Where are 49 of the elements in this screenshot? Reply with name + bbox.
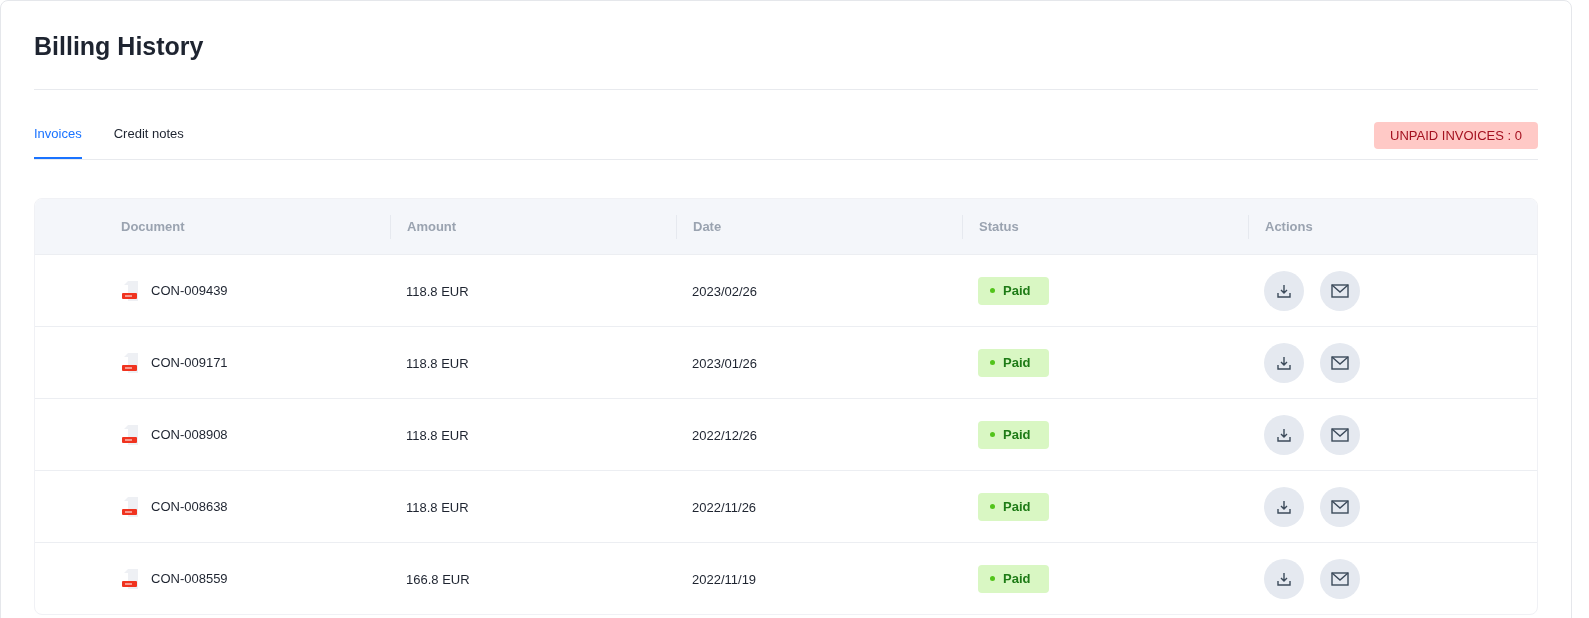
envelope-icon bbox=[1331, 283, 1349, 298]
download-icon bbox=[1276, 354, 1292, 371]
table-cell: 2023/02/26 bbox=[692, 283, 758, 299]
download-button[interactable] bbox=[1264, 486, 1304, 527]
download-button[interactable] bbox=[1264, 558, 1304, 599]
document-link[interactable]: CON-008559 bbox=[151, 568, 228, 589]
envelope-icon bbox=[1331, 355, 1349, 370]
status-badge: Paid bbox=[978, 493, 1049, 521]
table-cell: 118.8 EUR bbox=[406, 499, 469, 515]
email-button[interactable] bbox=[1320, 270, 1360, 311]
download-icon bbox=[1276, 282, 1292, 299]
tab[interactable]: Credit notes bbox=[113, 123, 184, 159]
download-button[interactable] bbox=[1264, 342, 1304, 383]
column-header: Actions bbox=[1265, 217, 1313, 236]
status-badge: Paid bbox=[978, 277, 1049, 305]
download-button[interactable] bbox=[1264, 414, 1304, 455]
table-cell: 118.8 EUR bbox=[406, 355, 469, 371]
envelope-icon bbox=[1331, 571, 1349, 586]
table-cell: 2023/01/26 bbox=[692, 355, 758, 371]
document-link[interactable]: CON-008908 bbox=[151, 424, 228, 445]
table-cell: 118.8 EUR bbox=[406, 427, 469, 443]
page-title: Billing History bbox=[34, 31, 204, 63]
column-header: Status bbox=[979, 217, 1019, 236]
column-header: Date bbox=[693, 217, 722, 236]
table-cell: 118.8 EUR bbox=[406, 283, 469, 299]
email-button[interactable] bbox=[1320, 414, 1360, 455]
table-cell: 2022/11/26 bbox=[692, 499, 757, 515]
document-link[interactable]: CON-009439 bbox=[151, 280, 228, 301]
download-icon bbox=[1276, 426, 1292, 443]
download-button[interactable] bbox=[1264, 270, 1304, 311]
status-badge: Paid bbox=[978, 421, 1049, 449]
envelope-icon bbox=[1331, 427, 1349, 442]
column-header: Amount bbox=[407, 217, 457, 236]
status-badge: Paid bbox=[978, 565, 1049, 593]
status-badge: Paid bbox=[978, 349, 1049, 377]
tab[interactable]: Invoices bbox=[34, 123, 82, 159]
envelope-icon bbox=[1331, 499, 1349, 514]
email-button[interactable] bbox=[1320, 342, 1360, 383]
download-icon bbox=[1276, 498, 1292, 515]
column-header: Document bbox=[121, 217, 185, 236]
unpaid-invoices-badge: UNPAID INVOICES : 0 bbox=[1374, 121, 1538, 149]
email-button[interactable] bbox=[1320, 558, 1360, 599]
table-cell: 2022/11/19 bbox=[692, 571, 757, 587]
email-button[interactable] bbox=[1320, 486, 1360, 527]
document-link[interactable]: CON-009171 bbox=[151, 352, 228, 373]
download-icon bbox=[1276, 570, 1292, 587]
table-cell: 166.8 EUR bbox=[406, 571, 470, 587]
document-link[interactable]: CON-008638 bbox=[151, 496, 228, 517]
table-cell: 2022/12/26 bbox=[692, 427, 758, 443]
